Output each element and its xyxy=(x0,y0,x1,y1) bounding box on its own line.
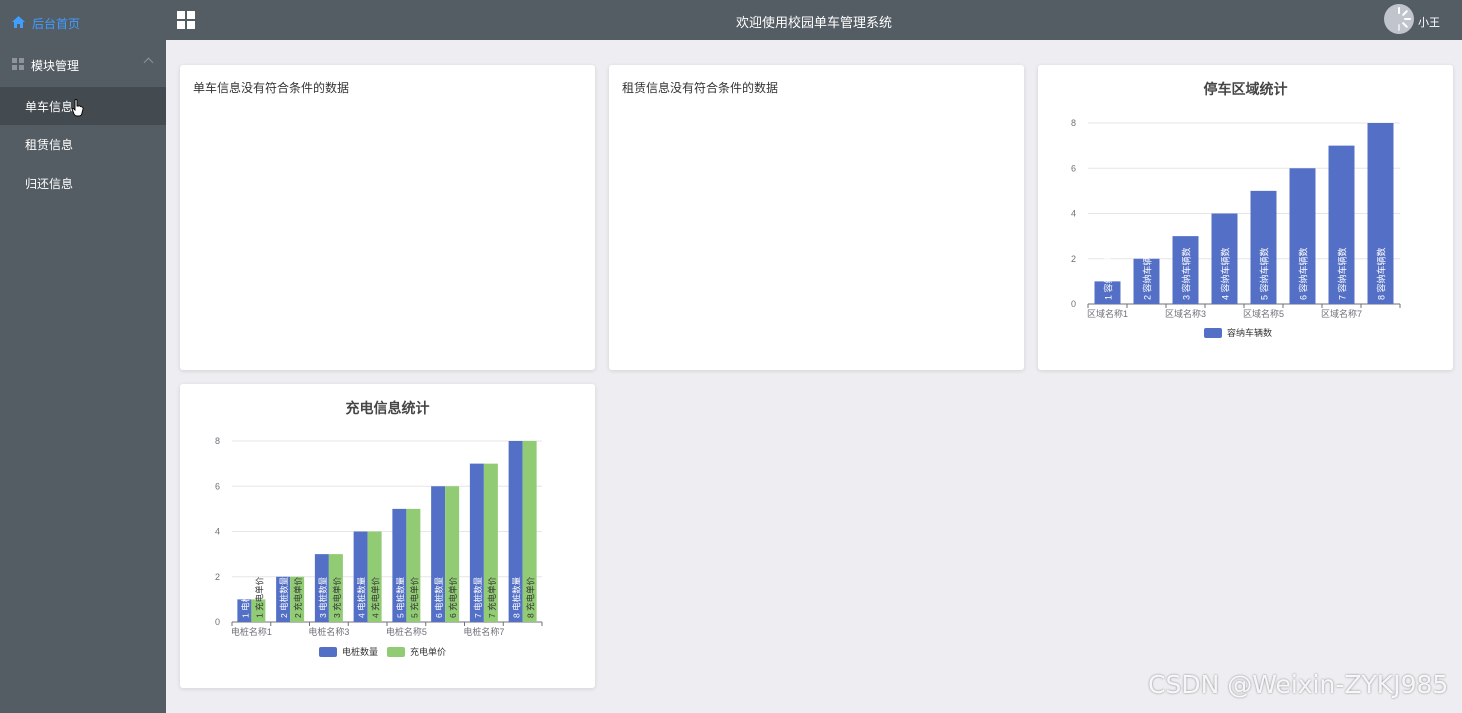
sidebar-group-label: 模块管理 xyxy=(31,58,80,73)
bar-data-label: 5 容纳车辆数 xyxy=(1259,247,1270,300)
charging-chart-card: 充电信息统计 024681 电桩数量 2 电桩数量 3 电桩数量 4 电桩数量 5 电桩… xyxy=(180,384,595,688)
bar-data-label: 3 容纳车辆数 xyxy=(1181,247,1192,300)
rental-info-card: 租赁信息没有符合条件的数据 xyxy=(609,65,1024,370)
y-tick-label: 0 xyxy=(1071,299,1076,309)
legend-swatch xyxy=(1204,328,1222,338)
bar-data-label: 3 充电单价 xyxy=(332,576,342,618)
legend-label: 充电单价 xyxy=(410,646,446,657)
bar-data-label: 4 充电单价 xyxy=(371,576,381,618)
y-tick-label: 2 xyxy=(1071,254,1076,264)
bar-data-label: 6 电桩数量 xyxy=(434,576,444,618)
top-header: 欢迎使用校园单车管理系统 小王 xyxy=(166,0,1462,40)
empty-message: 租赁信息没有符合条件的数据 xyxy=(622,81,779,95)
bar-data-label: 6 容纳车辆数 xyxy=(1298,247,1309,300)
watermark: CSDN @Weixin-ZYKJ985 xyxy=(1148,670,1449,699)
bar-data-label: 1 电桩数量 xyxy=(240,576,250,618)
bar-data-label: 5 充电单价 xyxy=(409,576,419,618)
bar-data-label: 2 电桩数量 xyxy=(279,576,289,618)
sidebar-item-label: 单车信息 xyxy=(25,99,74,114)
x-tick-label: 电桩名称1 xyxy=(231,626,272,637)
x-tick-label: 区域名称7 xyxy=(1321,308,1362,319)
y-tick-label: 0 xyxy=(215,617,220,627)
bar-data-label: 7 容纳车辆数 xyxy=(1337,247,1348,300)
bar-data-label: 8 电桩数量 xyxy=(512,576,522,618)
bar-data-label: 4 电桩数量 xyxy=(357,576,367,618)
x-tick-label: 电桩名称5 xyxy=(386,626,427,637)
bar-data-label: 7 充电单价 xyxy=(487,576,497,618)
bar-data-label: 2 容纳车辆数 xyxy=(1142,247,1153,300)
grid-icon xyxy=(12,57,24,73)
charging-bar-chart: 0 2 4 6 8 1 电桩数量 2 电桩数量 3 电桩数量 4 电桩数量 5 电桩数量 6 电桩数… xyxy=(215,436,543,657)
username[interactable]: 小王 xyxy=(1418,14,1440,30)
legend-label: 电桩数量 xyxy=(342,646,378,657)
empty-message: 单车信息没有符合条件的数据 xyxy=(193,81,350,95)
page-title: 欢迎使用校园单车管理系统 xyxy=(735,15,892,30)
bar-data-label: 1 充电单价 xyxy=(254,576,264,618)
x-tick-label: 区域名称3 xyxy=(1165,308,1206,319)
bike-info-card: 单车信息没有符合条件的数据 xyxy=(180,65,595,370)
bar-data-label: 5 电桩数量 xyxy=(395,576,405,618)
sidebar-item-label: 后台首页 xyxy=(32,16,81,31)
parking-bar-chart: 0 2 4 6 8 1 容纳车辆数 2 容纳车辆数 3 容纳车辆数 4 容纳车辆数 5 容纳车辆数… xyxy=(1071,118,1401,338)
x-tick-label: 电桩名称3 xyxy=(308,626,349,637)
bar-data-label: 3 电桩数量 xyxy=(318,576,328,618)
avatar[interactable] xyxy=(1384,4,1414,34)
legend-label: 容纳车辆数 xyxy=(1227,327,1272,338)
y-tick-label: 8 xyxy=(1071,118,1076,128)
bar-data-label: 1 容纳车辆数 xyxy=(1103,247,1114,300)
x-tick-label: 区域名称1 xyxy=(1087,308,1128,319)
bar-data-label: 7 电桩数量 xyxy=(473,576,483,618)
legend-swatch xyxy=(319,647,337,657)
sidebar: 后台首页 模块管理 单车信息 租赁信息 归还信息 xyxy=(0,0,166,713)
bar-data-label: 6 充电单价 xyxy=(448,576,458,618)
x-tick-label: 电桩名称7 xyxy=(463,626,504,637)
sidebar-item-return[interactable]: 归还信息 xyxy=(0,164,166,202)
bar-data-label: 2 充电单价 xyxy=(293,576,303,618)
y-tick-label: 8 xyxy=(215,436,220,446)
y-tick-label: 2 xyxy=(215,572,220,582)
parking-chart-card: 停车区域统计 024681 容纳车辆数 2 容纳车辆数 3 容纳车辆数 4 容纳车辆数… xyxy=(1038,65,1453,370)
chevron-up-icon xyxy=(143,57,154,68)
bar-data-label: 8 充电单价 xyxy=(526,576,536,618)
sidebar-item-home[interactable]: 后台首页 xyxy=(0,4,166,42)
sidebar-item-label: 租赁信息 xyxy=(25,137,74,152)
sidebar-item-label: 归还信息 xyxy=(25,176,74,191)
x-tick-label: 区域名称5 xyxy=(1243,308,1284,319)
hand-cursor-icon xyxy=(72,99,84,117)
y-tick-label: 4 xyxy=(215,527,220,537)
y-tick-label: 4 xyxy=(1071,209,1076,219)
legend-swatch xyxy=(387,647,405,657)
y-tick-label: 6 xyxy=(1071,163,1076,173)
bar-data-label: 8 容纳车辆数 xyxy=(1376,247,1387,300)
loading-spinner-icon xyxy=(1398,7,1411,31)
home-icon xyxy=(12,15,25,31)
sidebar-group-module[interactable]: 模块管理 xyxy=(0,46,166,84)
bar-data-label: 4 容纳车辆数 xyxy=(1220,247,1231,300)
sidebar-item-rental[interactable]: 租赁信息 xyxy=(0,125,166,163)
y-tick-label: 6 xyxy=(215,481,220,491)
